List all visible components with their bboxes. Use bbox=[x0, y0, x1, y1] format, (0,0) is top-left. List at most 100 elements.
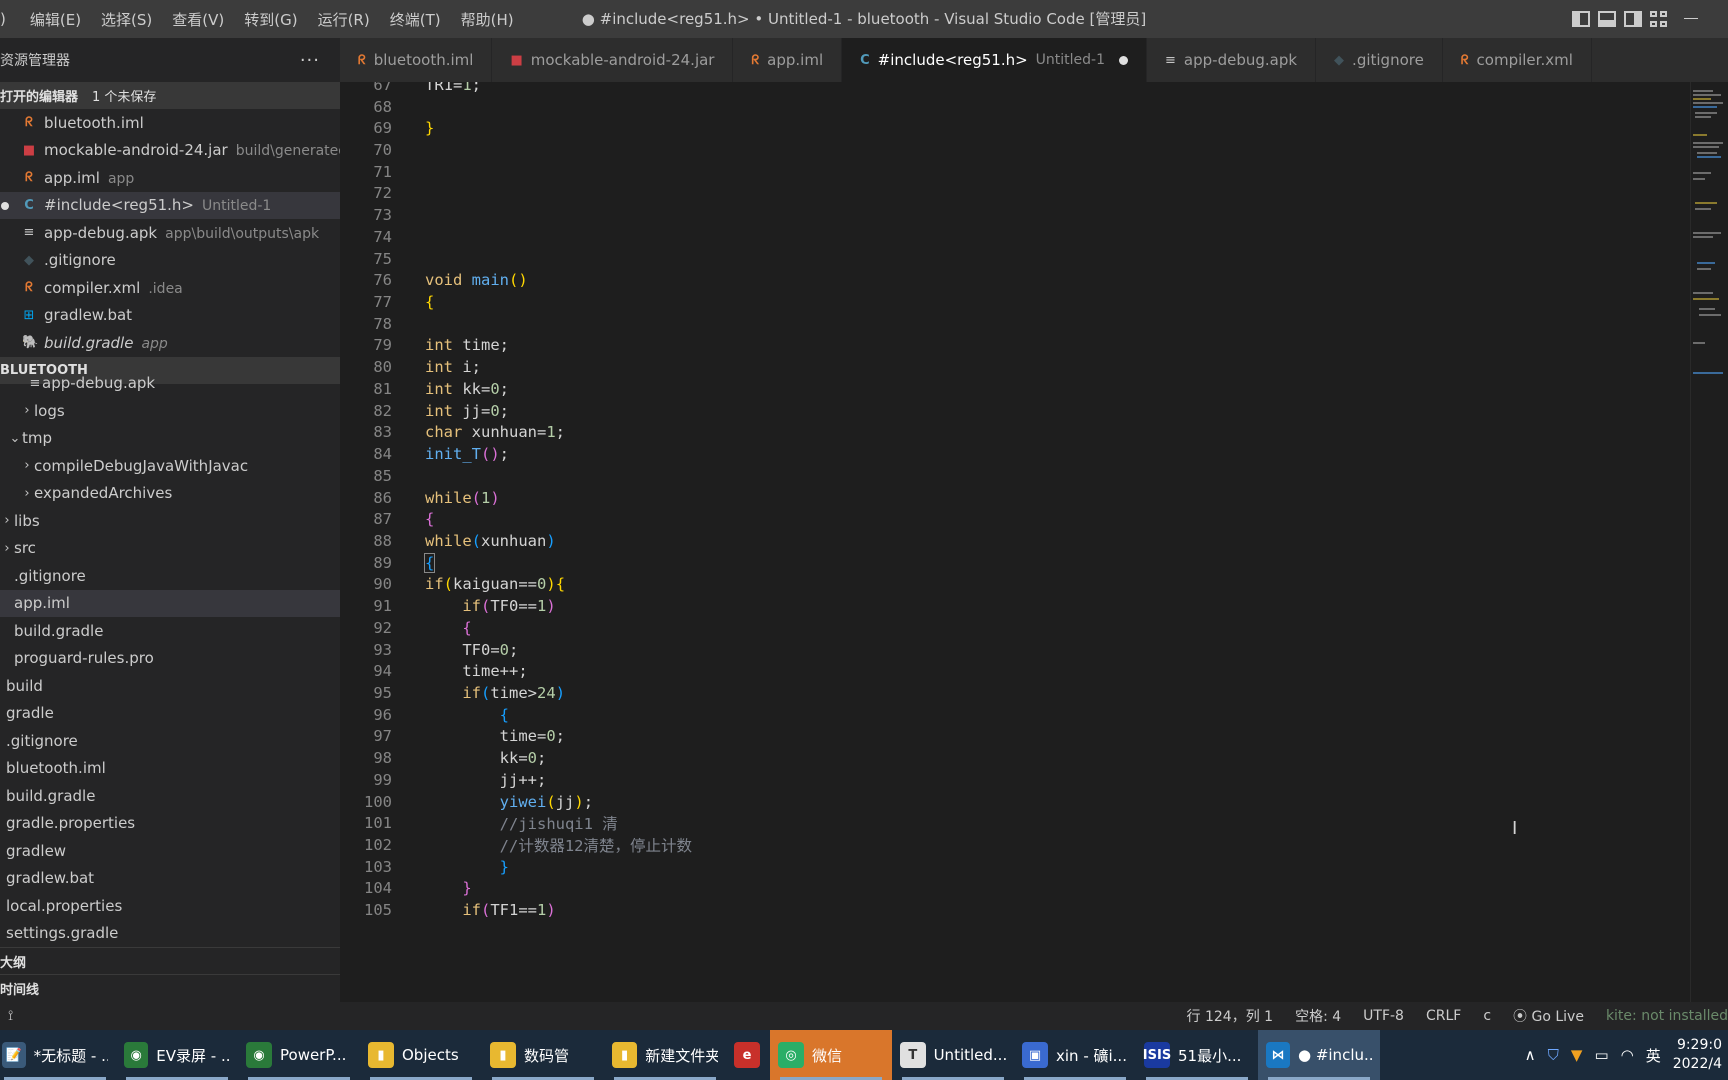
tree-item[interactable]: local.properties bbox=[0, 892, 340, 920]
editor-tab[interactable]: ᖇ compiler.xml bbox=[1442, 38, 1592, 82]
tree-item[interactable]: ⌄ tmp bbox=[0, 425, 340, 453]
go-live-button[interactable]: ⦿ Go Live bbox=[1513, 1006, 1584, 1026]
xin-task[interactable]: ▣ xin - 礦i... bbox=[1014, 1030, 1136, 1080]
cursor-position[interactable]: 行 124，列 1 bbox=[1187, 1006, 1274, 1026]
tree-item[interactable]: .gitignore bbox=[0, 727, 340, 755]
typora-task[interactable]: T Untitled... bbox=[892, 1030, 1014, 1080]
remote-indicator-icon[interactable]: ⟟ bbox=[8, 1008, 13, 1024]
menu-item-edit[interactable]: 编辑(E) bbox=[20, 0, 91, 38]
app-icon: ▣ bbox=[1022, 1042, 1048, 1068]
taskbar-item-label: 数码管 bbox=[524, 1046, 570, 1065]
tree-item[interactable]: .gitignore bbox=[0, 562, 340, 590]
chrome-ppt-task[interactable]: ◉ PowerP... bbox=[238, 1030, 360, 1080]
editor-tab[interactable]: ◆ .gitignore bbox=[1316, 38, 1443, 82]
tree-item[interactable]: gradlew.bat bbox=[0, 865, 340, 893]
line-ending[interactable]: CRLF bbox=[1426, 1008, 1461, 1024]
notepad-task[interactable]: 📝 *无标题 - ... bbox=[0, 1030, 116, 1080]
vscode-task[interactable]: ⋈ ● #inclu... bbox=[1258, 1030, 1380, 1080]
tree-item[interactable]: › compileDebugJavaWithJavac bbox=[0, 452, 340, 480]
menu-item-file-partial[interactable]: ) bbox=[0, 0, 20, 38]
editor-tab[interactable]: ᖇ bluetooth.iml bbox=[340, 38, 493, 82]
chrome-ev-task[interactable]: ◉ EV录屏 - ... bbox=[116, 1030, 238, 1080]
app-red-task[interactable]: e bbox=[726, 1030, 770, 1080]
tree-item[interactable]: › libs bbox=[0, 507, 340, 535]
taskbar-item-label: 新建文件夹 bbox=[645, 1046, 718, 1065]
toggle-panel-icon[interactable] bbox=[1598, 11, 1616, 27]
clock[interactable]: 9:29:0 2022/4 bbox=[1673, 1036, 1722, 1074]
code-text: //计数器12清楚，停止计数 bbox=[499, 837, 692, 856]
minimize-window-button[interactable] bbox=[1684, 18, 1698, 19]
code-line: 75 bbox=[340, 247, 1690, 271]
tree-item[interactable]: › expandedArchives bbox=[0, 480, 340, 508]
tree-item[interactable]: gradle bbox=[0, 700, 340, 728]
open-editor-item[interactable]: C #include<reg51.h> Untitled-1 bbox=[0, 191, 340, 219]
open-editor-name: gradlew.bat bbox=[44, 306, 133, 325]
menu-item-view[interactable]: 查看(V) bbox=[162, 0, 234, 38]
tree-item[interactable]: bluetooth.iml bbox=[0, 755, 340, 783]
outline-header[interactable]: 大纲 bbox=[0, 947, 340, 974]
unsaved-dot-icon[interactable] bbox=[1119, 55, 1129, 65]
line-number: 96 bbox=[373, 705, 392, 724]
taskbar-item-label: xin - 礦i... bbox=[1056, 1046, 1127, 1065]
code-line: 77 { bbox=[340, 290, 1690, 314]
tree-item[interactable]: app.iml bbox=[0, 589, 340, 617]
menu-item-terminal[interactable]: 终端(T) bbox=[380, 0, 451, 38]
tree-item[interactable]: build bbox=[0, 672, 340, 700]
rss-icon: ᖇ bbox=[751, 52, 760, 68]
menu-item-help[interactable]: 帮助(H) bbox=[451, 0, 524, 38]
editor-tab[interactable]: C #include<reg51.h> Untitled-1 bbox=[842, 38, 1148, 82]
code-line: 97 time=0; bbox=[340, 725, 1690, 749]
open-editor-item[interactable]: ■ mockable-android-24.jar build\generated bbox=[0, 137, 340, 165]
toggle-primary-sidebar-icon[interactable] bbox=[1572, 11, 1590, 27]
code-line: 96 { bbox=[340, 703, 1690, 727]
tree-item[interactable]: build.gradle bbox=[0, 617, 340, 645]
ime-indicator[interactable]: 英 bbox=[1646, 1045, 1661, 1066]
wechat-task[interactable]: ◎ 微信 bbox=[770, 1030, 892, 1080]
tree-item[interactable]: proguard-rules.pro bbox=[0, 645, 340, 673]
vpn-icon[interactable]: ▼ bbox=[1571, 1046, 1583, 1064]
tree-item[interactable]: › src bbox=[0, 535, 340, 563]
security-shield-icon[interactable]: ⛉ bbox=[1548, 1046, 1559, 1064]
language-mode[interactable]: c bbox=[1483, 1008, 1491, 1024]
code-editor[interactable]: 67 TR1=1; 68 69} 70 71 72 73 74 75 76 void main() 77… bbox=[340, 82, 1690, 1002]
open-editor-item[interactable]: ᖇ bluetooth.iml bbox=[0, 109, 340, 137]
tree-item[interactable]: gradle.properties bbox=[0, 810, 340, 838]
wifi-icon[interactable]: ◠ bbox=[1621, 1046, 1634, 1064]
tree-item[interactable]: › logs bbox=[0, 397, 340, 425]
editor-tab[interactable]: ■ mockable-android-24.jar bbox=[492, 38, 734, 82]
folder-objects-task[interactable]: ▮ Objects bbox=[360, 1030, 482, 1080]
minimap[interactable] bbox=[1690, 82, 1728, 1002]
open-editor-name: mockable-android-24.jar build\generated bbox=[44, 141, 340, 159]
open-editors-header[interactable]: 打开的编辑器 1 个未保存 bbox=[0, 82, 340, 109]
open-editor-desc: .idea bbox=[148, 280, 183, 297]
open-editor-item[interactable]: 🐘 build.gradle app bbox=[0, 329, 340, 357]
isis-task[interactable]: ISIS 51最小... bbox=[1136, 1030, 1258, 1080]
tree-item[interactable]: gradlew bbox=[0, 837, 340, 865]
customize-layout-icon[interactable] bbox=[1650, 11, 1668, 27]
show-hidden-icons-icon[interactable]: ∧ bbox=[1525, 1046, 1536, 1064]
battery-icon[interactable]: ▭ bbox=[1594, 1046, 1608, 1064]
indentation[interactable]: 空格: 4 bbox=[1295, 1006, 1341, 1026]
open-editor-item[interactable]: ᖇ app.iml app bbox=[0, 164, 340, 192]
open-editor-item[interactable]: ᖇ compiler.xml .idea bbox=[0, 274, 340, 302]
tree-item[interactable]: settings.gradle bbox=[0, 920, 340, 948]
editor-tab[interactable]: ᖇ app.iml bbox=[733, 38, 843, 82]
timeline-header[interactable]: 时间线 bbox=[0, 974, 340, 1001]
open-editor-item[interactable]: ≡ app-debug.apk app\build\outputs\apk bbox=[0, 219, 340, 247]
encoding[interactable]: UTF-8 bbox=[1363, 1008, 1404, 1024]
folder-shumaguan-task[interactable]: ▮ 数码管 bbox=[482, 1030, 604, 1080]
editor-tab[interactable]: ≡ app-debug.apk bbox=[1147, 38, 1317, 82]
more-actions-icon[interactable]: ··· bbox=[300, 50, 320, 71]
menu-item-go[interactable]: 转到(G) bbox=[234, 0, 307, 38]
open-editor-item[interactable]: ◆ .gitignore bbox=[0, 247, 340, 275]
tree-item[interactable]: ≡ app-debug.apk bbox=[0, 370, 340, 398]
clock-time: 9:29:0 bbox=[1676, 1037, 1722, 1053]
folder-new-task[interactable]: ▮ 新建文件夹 bbox=[604, 1030, 726, 1080]
code-line: 84 init_T(); bbox=[340, 442, 1690, 466]
kite-status[interactable]: kite: not installed bbox=[1606, 1008, 1728, 1024]
menu-item-run[interactable]: 运行(R) bbox=[308, 0, 380, 38]
tree-item[interactable]: build.gradle bbox=[0, 782, 340, 810]
menu-item-selection[interactable]: 选择(S) bbox=[91, 0, 162, 38]
open-editor-item[interactable]: ⊞ gradlew.bat bbox=[0, 302, 340, 330]
toggle-secondary-sidebar-icon[interactable] bbox=[1624, 11, 1642, 27]
